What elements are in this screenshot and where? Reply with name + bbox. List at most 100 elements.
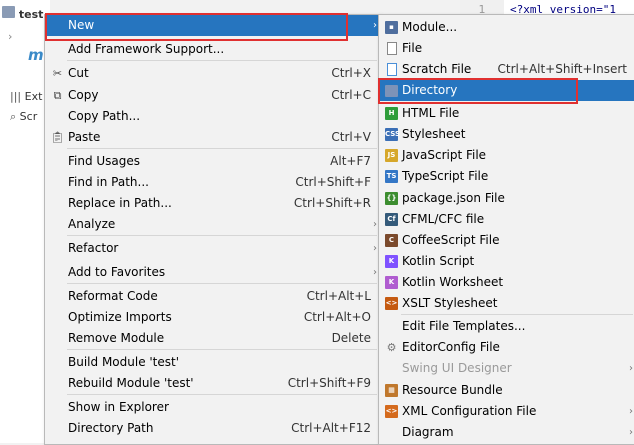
- sub-item-resource-bundle[interactable]: ▦ Resource Bundle: [379, 380, 634, 401]
- xml-config-icon: <>: [384, 404, 399, 419]
- main-item-add-framework-support[interactable]: Add Framework Support...: [45, 39, 379, 60]
- chevron-right-icon: ›: [373, 267, 377, 278]
- sub-item-diagram[interactable]: Diagram ›: [379, 422, 634, 443]
- main-item-rebuild-module-test[interactable]: Rebuild Module 'test' Ctrl+Shift+F9: [45, 373, 379, 394]
- main-item-find-in-path[interactable]: Find in Path... Ctrl+Shift+F: [45, 172, 379, 193]
- resource-bundle-icon: ▦: [384, 383, 399, 398]
- main-item-paste[interactable]: 📋︎ Paste Ctrl+V: [45, 127, 379, 148]
- sub-item-package-json-file[interactable]: {} package.json File: [379, 188, 634, 209]
- main-item-new[interactable]: New ›: [45, 15, 379, 36]
- sub-item-shortcut: Ctrl+Alt+Shift+Insert: [497, 62, 627, 76]
- tree-expander[interactable]: ›: [8, 26, 12, 48]
- package-json-icon: {}: [384, 191, 399, 206]
- sub-item-html-file[interactable]: H HTML File: [379, 103, 634, 124]
- sub-item-file[interactable]: File: [379, 38, 634, 59]
- main-item-label: Refactor: [68, 241, 119, 255]
- main-separator: [67, 283, 377, 284]
- main-item-directory-path[interactable]: Directory Path Ctrl+Alt+F12: [45, 418, 379, 439]
- main-item-label: Reformat Code: [68, 289, 158, 303]
- main-item-shortcut: Ctrl+X: [331, 66, 371, 80]
- sub-item-label: HTML File: [402, 106, 460, 120]
- main-item-cut[interactable]: ✂ Cut Ctrl+X: [45, 63, 379, 84]
- module-icon: ▪: [384, 20, 399, 35]
- xslt-stylesheet-icon: <>: [384, 296, 399, 311]
- sub-item-typescript-file[interactable]: TS TypeScript File: [379, 166, 634, 187]
- sub-item-label: File: [402, 41, 423, 55]
- sub-item-xslt-stylesheet[interactable]: <> XSLT Stylesheet: [379, 293, 634, 314]
- main-item-copy[interactable]: ⧉ Copy Ctrl+C: [45, 85, 379, 106]
- paste-icon: 📋︎: [50, 131, 65, 144]
- sub-item-cfml-cfc-file[interactable]: Cf CFML/CFC file: [379, 209, 634, 230]
- sub-item-label: Edit File Templates...: [402, 319, 526, 333]
- scratches-icon: ⌕: [10, 110, 17, 123]
- kotlin-worksheet-icon: K: [384, 275, 399, 290]
- main-item-label: Find in Path...: [68, 175, 149, 189]
- main-item-shortcut: Ctrl+Shift+F: [295, 175, 371, 189]
- main-item-show-in-explorer[interactable]: Show in Explorer: [45, 397, 379, 418]
- main-item-label: Build Module 'test': [68, 355, 180, 369]
- chevron-right-icon: ›: [373, 243, 377, 254]
- sub-item-label: Swing UI Designer: [402, 361, 512, 375]
- sub-item-label: Diagram: [402, 425, 454, 439]
- javascript-file-icon: JS: [384, 148, 399, 163]
- sub-item-label: package.json File: [402, 191, 505, 205]
- main-item-label: Find Usages: [68, 154, 141, 168]
- sub-item-scratch-file[interactable]: Scratch File Ctrl+Alt+Shift+Insert: [379, 59, 634, 80]
- sub-item-editorconfig-file[interactable]: ⚙ EditorConfig File: [379, 337, 634, 358]
- tree-item-m[interactable]: m: [28, 44, 44, 66]
- main-item-replace-in-path[interactable]: Replace in Path... Ctrl+Shift+R: [45, 193, 379, 214]
- main-item-label: Show in Explorer: [68, 400, 169, 414]
- tree-item-test[interactable]: test: [2, 4, 43, 26]
- sub-item-label: Kotlin Script: [402, 254, 475, 268]
- main-item-refactor[interactable]: Refactor ›: [45, 238, 379, 259]
- sub-item-label: Kotlin Worksheet: [402, 275, 504, 289]
- main-item-optimize-imports[interactable]: Optimize Imports Ctrl+Alt+O: [45, 307, 379, 328]
- main-item-analyze[interactable]: Analyze ›: [45, 214, 379, 235]
- main-item-shortcut: Ctrl+V: [331, 130, 371, 144]
- main-item-copy-path[interactable]: Copy Path...: [45, 106, 379, 127]
- main-item-label: Analyze: [68, 217, 116, 231]
- main-item-label: Replace in Path...: [68, 196, 172, 210]
- sub-item-module[interactable]: ▪ Module...: [379, 17, 634, 38]
- sub-item-coffeescript-file[interactable]: C CoffeeScript File: [379, 230, 634, 251]
- main-item-reformat-code[interactable]: Reformat Code Ctrl+Alt+L: [45, 286, 379, 307]
- main-item-add-to-favorites[interactable]: Add to Favorites ›: [45, 262, 379, 283]
- sub-item-label: JavaScript File: [402, 148, 487, 162]
- main-item-label: Copy: [68, 88, 99, 102]
- main-item-label: Add to Favorites: [68, 265, 166, 279]
- main-item-label: Copy Path...: [68, 109, 141, 123]
- project-tree: test › m ||| Ext ⌕ Scr: [0, 0, 50, 443]
- file-icon: [384, 41, 399, 56]
- html-file-icon: H: [384, 106, 399, 121]
- main-item-label: Optimize Imports: [68, 310, 172, 324]
- main-item-remove-module[interactable]: Remove Module Delete: [45, 328, 379, 349]
- sub-item-label: TypeScript File: [402, 169, 489, 183]
- main-item-find-usages[interactable]: Find Usages Alt+F7: [45, 151, 379, 172]
- main-item-shortcut: Ctrl+Alt+F12: [291, 421, 371, 435]
- sub-item-xml-configuration-file[interactable]: <> XML Configuration File ›: [379, 401, 634, 422]
- gear-icon: ⚙: [386, 341, 397, 354]
- css-file-icon: CSS: [384, 127, 400, 142]
- sub-item-directory[interactable]: Directory: [379, 80, 634, 101]
- main-item-shortcut: Alt+F7: [330, 154, 371, 168]
- main-item-build-module-test[interactable]: Build Module 'test': [45, 352, 379, 373]
- folder-icon: [384, 83, 399, 98]
- sub-item-kotlin-script[interactable]: K Kotlin Script: [379, 251, 634, 272]
- main-separator: [67, 349, 377, 350]
- chevron-right-icon: ›: [629, 427, 633, 438]
- sub-item-edit-file-templates[interactable]: Edit File Templates...: [379, 316, 634, 337]
- new-submenu: ▪ Module... File Scratch File Ctrl+Alt+Shift…: [378, 14, 634, 445]
- sub-item-kotlin-worksheet[interactable]: K Kotlin Worksheet: [379, 272, 634, 293]
- main-item-shortcut: Ctrl+Alt+O: [303, 310, 371, 324]
- sub-item-label: Directory: [402, 83, 458, 97]
- sub-item-javascript-file[interactable]: JS JavaScript File: [379, 145, 634, 166]
- main-item-label: Paste: [68, 130, 101, 144]
- main-item-shortcut: Ctrl+Shift+R: [293, 196, 371, 210]
- tree-item-scr[interactable]: ⌕ Scr: [10, 106, 37, 128]
- main-item-shortcut: Ctrl+C: [331, 88, 371, 102]
- chevron-right-icon: ›: [629, 363, 633, 374]
- tree-item-ext[interactable]: ||| Ext: [10, 86, 42, 108]
- main-item-label: Directory Path: [68, 421, 154, 435]
- sub-item-swing-ui-designer: Swing UI Designer ›: [379, 358, 634, 379]
- sub-item-stylesheet[interactable]: CSS Stylesheet: [379, 124, 634, 145]
